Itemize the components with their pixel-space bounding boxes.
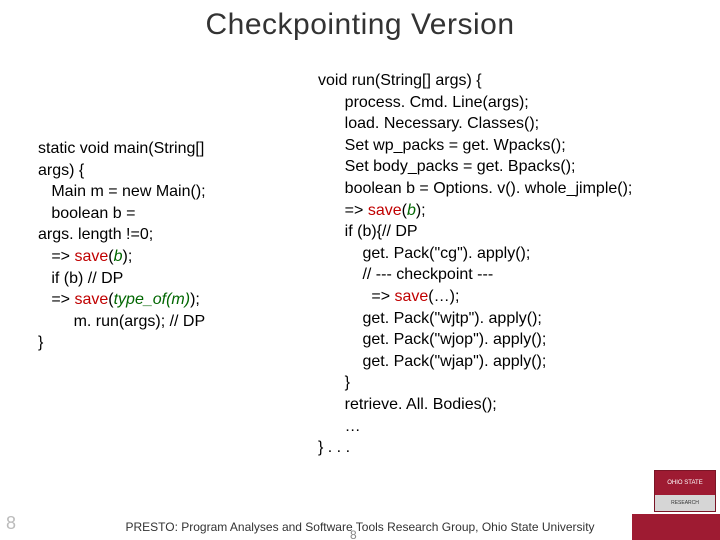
- seg: (…);: [428, 288, 459, 305]
- code-line: // --- checkpoint ---: [318, 264, 720, 286]
- code-line: Set body_packs = get. Bpacks();: [318, 156, 720, 178]
- code-line: retrieve. All. Bodies();: [318, 394, 720, 416]
- code-line: static void main(String[]: [38, 138, 318, 160]
- code-line: boolean b = Options. v(). whole_jimple()…: [318, 178, 720, 200]
- arg-italic: b: [407, 202, 416, 219]
- arg-italic: type_of(m): [114, 291, 190, 308]
- code-line: => save(b);: [38, 246, 318, 268]
- code-line: => save(…);: [318, 286, 720, 308]
- save-keyword: save: [74, 248, 108, 265]
- left-code-block: static void main(String[] args) { Main m…: [0, 70, 318, 459]
- code-line: }: [318, 372, 720, 394]
- code-line: } . . .: [318, 437, 720, 459]
- slide-title: Checkpointing Version: [0, 0, 720, 42]
- logo-bottom: RESEARCH: [655, 495, 715, 511]
- code-line: => save(type_of(m));: [38, 289, 318, 311]
- code-line: if (b){// DP: [318, 221, 720, 243]
- code-line: get. Pack("wjtp"). apply();: [318, 308, 720, 330]
- code-line: process. Cmd. Line(args);: [318, 92, 720, 114]
- seg: );: [416, 202, 426, 219]
- page-number-small: 8: [350, 528, 357, 540]
- slide: Checkpointing Version static void main(S…: [0, 0, 720, 540]
- accent-bar: [632, 514, 720, 540]
- footer-text: PRESTO: Program Analyses and Software To…: [0, 520, 720, 534]
- seg: );: [190, 291, 200, 308]
- code-line: get. Pack("cg"). apply();: [318, 243, 720, 265]
- code-line: get. Pack("wjop"). apply();: [318, 329, 720, 351]
- save-keyword: save: [74, 291, 108, 308]
- code-line: void run(String[] args) {: [318, 70, 720, 92]
- content-area: static void main(String[] args) { Main m…: [0, 70, 720, 459]
- osu-logo: OHIO STATE RESEARCH: [654, 470, 716, 512]
- code-line: if (b) // DP: [38, 268, 318, 290]
- seg: =>: [38, 291, 74, 308]
- seg: =>: [318, 202, 368, 219]
- seg: );: [123, 248, 133, 265]
- code-line: get. Pack("wjap"). apply();: [318, 351, 720, 373]
- logo-top-text: OHIO STATE: [667, 480, 702, 486]
- code-line: Main m = new Main();: [38, 181, 318, 203]
- code-line: args. length !=0;: [38, 224, 318, 246]
- code-line: Set wp_packs = get. Wpacks();: [318, 135, 720, 157]
- code-line: …: [318, 416, 720, 438]
- code-line: boolean b =: [38, 203, 318, 225]
- code-line: args) {: [38, 160, 318, 182]
- save-keyword: save: [368, 202, 402, 219]
- save-keyword: save: [394, 288, 428, 305]
- logo-top: OHIO STATE: [655, 471, 715, 495]
- arg-italic: b: [114, 248, 123, 265]
- seg: =>: [318, 288, 394, 305]
- right-code-block: void run(String[] args) { process. Cmd. …: [318, 70, 720, 459]
- logo-bottom-text: RESEARCH: [671, 501, 699, 506]
- code-line: => save(b);: [318, 200, 720, 222]
- code-line: }: [38, 332, 318, 354]
- code-line: load. Necessary. Classes();: [318, 113, 720, 135]
- seg: =>: [38, 248, 74, 265]
- code-line: m. run(args); // DP: [38, 311, 318, 333]
